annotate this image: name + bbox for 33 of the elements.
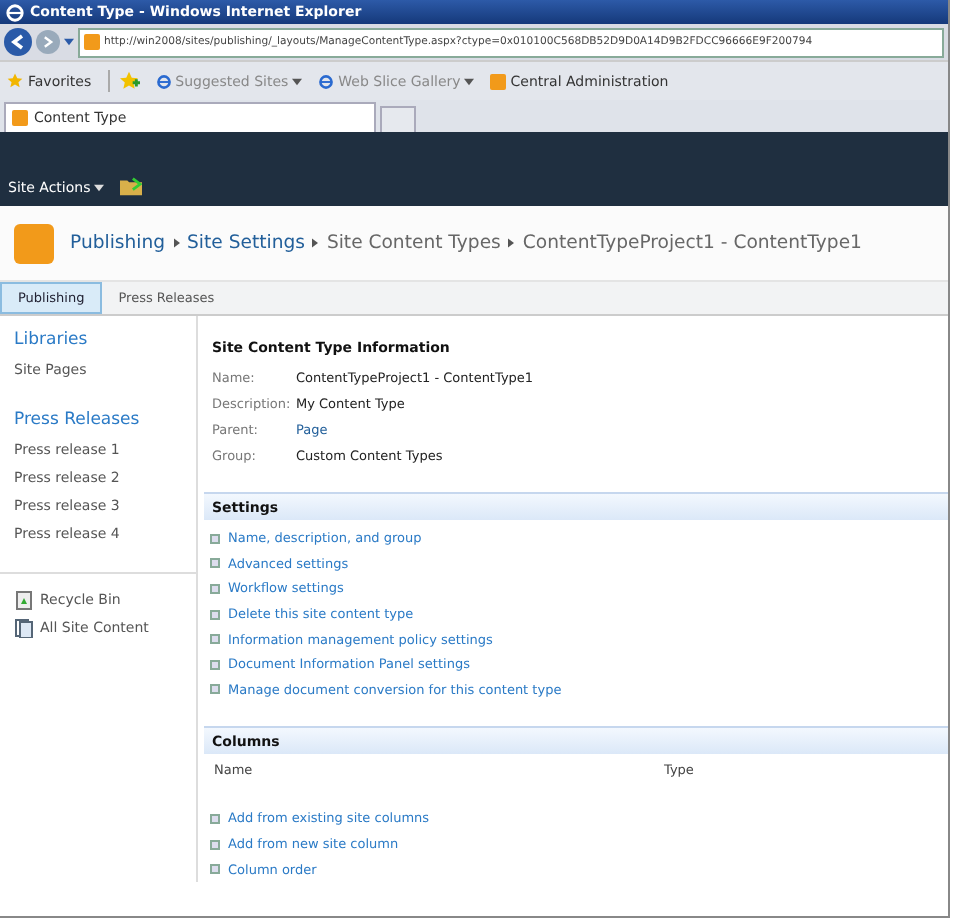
bullet-icon bbox=[210, 609, 220, 620]
sidebar-heading[interactable]: Libraries bbox=[0, 328, 196, 356]
bullet-icon bbox=[210, 583, 220, 594]
folder-icon[interactable] bbox=[120, 176, 143, 196]
breadcrumb-link[interactable]: Site Content Types bbox=[326, 232, 501, 254]
add-favorite-icon[interactable] bbox=[107, 70, 140, 92]
chevron-icon bbox=[508, 238, 515, 248]
chevron-icon bbox=[173, 238, 180, 248]
breadcrumb-link[interactable]: Site Settings bbox=[187, 232, 305, 254]
bullet-icon bbox=[210, 839, 220, 850]
star-icon bbox=[6, 72, 24, 90]
breadcrumb-link[interactable]: ContentTypeProject1 - ContentType1 bbox=[522, 232, 862, 254]
bullet-icon bbox=[210, 813, 220, 824]
site-icon bbox=[490, 73, 507, 89]
bullet-icon bbox=[210, 659, 220, 670]
breadcrumb-link[interactable]: Publishing bbox=[70, 232, 166, 254]
bullet-icon bbox=[210, 558, 220, 569]
browser-logo-icon bbox=[6, 3, 24, 21]
browser-page-icon bbox=[155, 73, 172, 89]
site-icon bbox=[84, 34, 100, 50]
bullet-icon bbox=[210, 864, 220, 875]
chevron-icon bbox=[312, 238, 319, 248]
documents-icon bbox=[14, 618, 34, 638]
back-button[interactable] bbox=[4, 28, 32, 56]
sidebar-heading[interactable]: Press Releases bbox=[0, 408, 196, 436]
bullet-icon bbox=[210, 634, 220, 645]
bullet-icon bbox=[210, 684, 220, 695]
recycle-bin-icon bbox=[14, 590, 34, 610]
browser-page-icon bbox=[318, 73, 335, 89]
caret-icon bbox=[94, 184, 105, 192]
site-logo-icon bbox=[14, 223, 54, 263]
bullet-icon bbox=[210, 533, 220, 544]
caret-icon[interactable] bbox=[64, 38, 74, 46]
